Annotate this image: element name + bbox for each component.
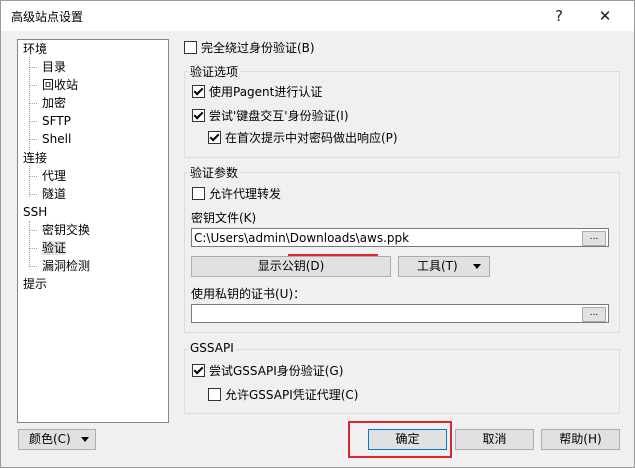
try-gssapi-checkbox[interactable]: 尝试GSSAPI身份验证(G): [192, 362, 343, 380]
tree-connector: [29, 194, 37, 195]
color-label: 颜色(C): [29, 432, 71, 446]
advanced-site-settings-dialog: 高级站点设置 ? ✕ 环境 目录 回收站 加密 SFTP Shell 连接 代理…: [0, 0, 635, 468]
tree-connector: [29, 266, 37, 267]
keyboard-interactive-checkbox[interactable]: 尝试'键盘交互'身份验证(I): [192, 107, 349, 125]
tree-connector: [29, 103, 37, 104]
tree-item-notes[interactable]: 提示: [23, 276, 47, 293]
cancel-button[interactable]: 取消: [455, 429, 534, 450]
gssapi-title: GSSAPI: [188, 341, 236, 355]
tree-item-shell[interactable]: Shell: [42, 131, 71, 148]
checkbox-box[interactable]: [208, 131, 221, 144]
key-file-input[interactable]: C:\Users\admin\Downloads\aws.ppk ...: [191, 228, 609, 247]
tree-connector: [29, 67, 37, 68]
ok-button[interactable]: 确定: [368, 429, 447, 450]
tree-item-ssh[interactable]: SSH: [23, 204, 47, 221]
close-icon[interactable]: ✕: [583, 1, 627, 31]
tree-item-encryption[interactable]: 加密: [42, 95, 66, 112]
tree-connector: [29, 221, 30, 267]
tree-item-key-exchange[interactable]: 密钥交换: [42, 222, 90, 239]
settings-tree[interactable]: 环境 目录 回收站 加密 SFTP Shell 连接 代理 隧道 SSH 密钥交…: [17, 39, 169, 423]
checkbox-box[interactable]: [192, 187, 205, 200]
help-button[interactable]: 帮助(H): [541, 429, 620, 450]
tree-item-tunnel[interactable]: 隧道: [42, 186, 66, 203]
tree-item-sftp[interactable]: SFTP: [42, 113, 71, 130]
color-dropdown-button[interactable]: 颜色(C): [18, 429, 96, 450]
chevron-down-icon: [81, 437, 89, 442]
certificate-input[interactable]: ...: [191, 304, 609, 323]
tree-connector: [29, 230, 37, 231]
gssapi-delegation-checkbox[interactable]: 允许GSSAPI凭证代理(C): [208, 386, 358, 404]
tree-connector: [29, 85, 37, 86]
tree-connector: [29, 121, 37, 122]
tree-item-vulnerability-detection[interactable]: 漏洞检测: [42, 258, 90, 275]
tree-item-environment[interactable]: 环境: [23, 41, 47, 58]
tools-label: 工具(T): [417, 259, 458, 273]
title-bar: 高级站点设置 ? ✕: [1, 1, 634, 31]
key-file-value: C:\Users\admin\Downloads\aws.ppk: [194, 231, 410, 245]
bypass-auth-checkbox[interactable]: 完全绕过身份验证(B): [184, 39, 315, 57]
tools-dropdown-button[interactable]: 工具(T): [398, 256, 490, 277]
key-file-label: 密钥文件(K): [191, 211, 257, 225]
chevron-down-icon: [473, 264, 481, 269]
key-file-browse-button[interactable]: ...: [582, 231, 606, 246]
checkbox-box[interactable]: [192, 85, 205, 98]
auth-options-title: 验证选项: [188, 63, 241, 80]
allow-agent-forwarding-checkbox[interactable]: 允许代理转发: [192, 185, 281, 203]
checkbox-box[interactable]: [184, 41, 197, 54]
certificate-browse-button[interactable]: ...: [582, 307, 606, 322]
certificate-label: 使用私钥的证书(U)：: [191, 287, 306, 301]
use-pagent-checkbox[interactable]: 使用Pagent进行认证: [192, 83, 322, 101]
tree-item-directory[interactable]: 目录: [42, 59, 66, 76]
show-public-key-button[interactable]: 显示公钥(D): [191, 256, 391, 277]
tree-item-recycle-bin[interactable]: 回收站: [42, 77, 78, 94]
checkbox-box[interactable]: [192, 364, 205, 377]
tree-connector: [29, 248, 37, 249]
respond-first-prompt-checkbox[interactable]: 在首次提示中对密码做出响应(P): [208, 129, 398, 147]
tree-connector: [29, 166, 30, 197]
window-title: 高级站点设置: [11, 10, 84, 24]
help-icon[interactable]: ?: [537, 1, 581, 31]
tree-connector: [29, 176, 37, 177]
tree-item-connection[interactable]: 连接: [23, 150, 47, 167]
checkbox-box[interactable]: [208, 388, 221, 401]
tree-item-proxy[interactable]: 代理: [42, 168, 66, 185]
annotation-underline: [288, 254, 378, 256]
checkbox-box[interactable]: [192, 109, 205, 122]
tree-connector: [29, 139, 37, 140]
auth-params-title: 验证参数: [188, 164, 241, 181]
gssapi-group: [184, 349, 620, 414]
tree-item-authentication[interactable]: 验证: [42, 240, 67, 257]
